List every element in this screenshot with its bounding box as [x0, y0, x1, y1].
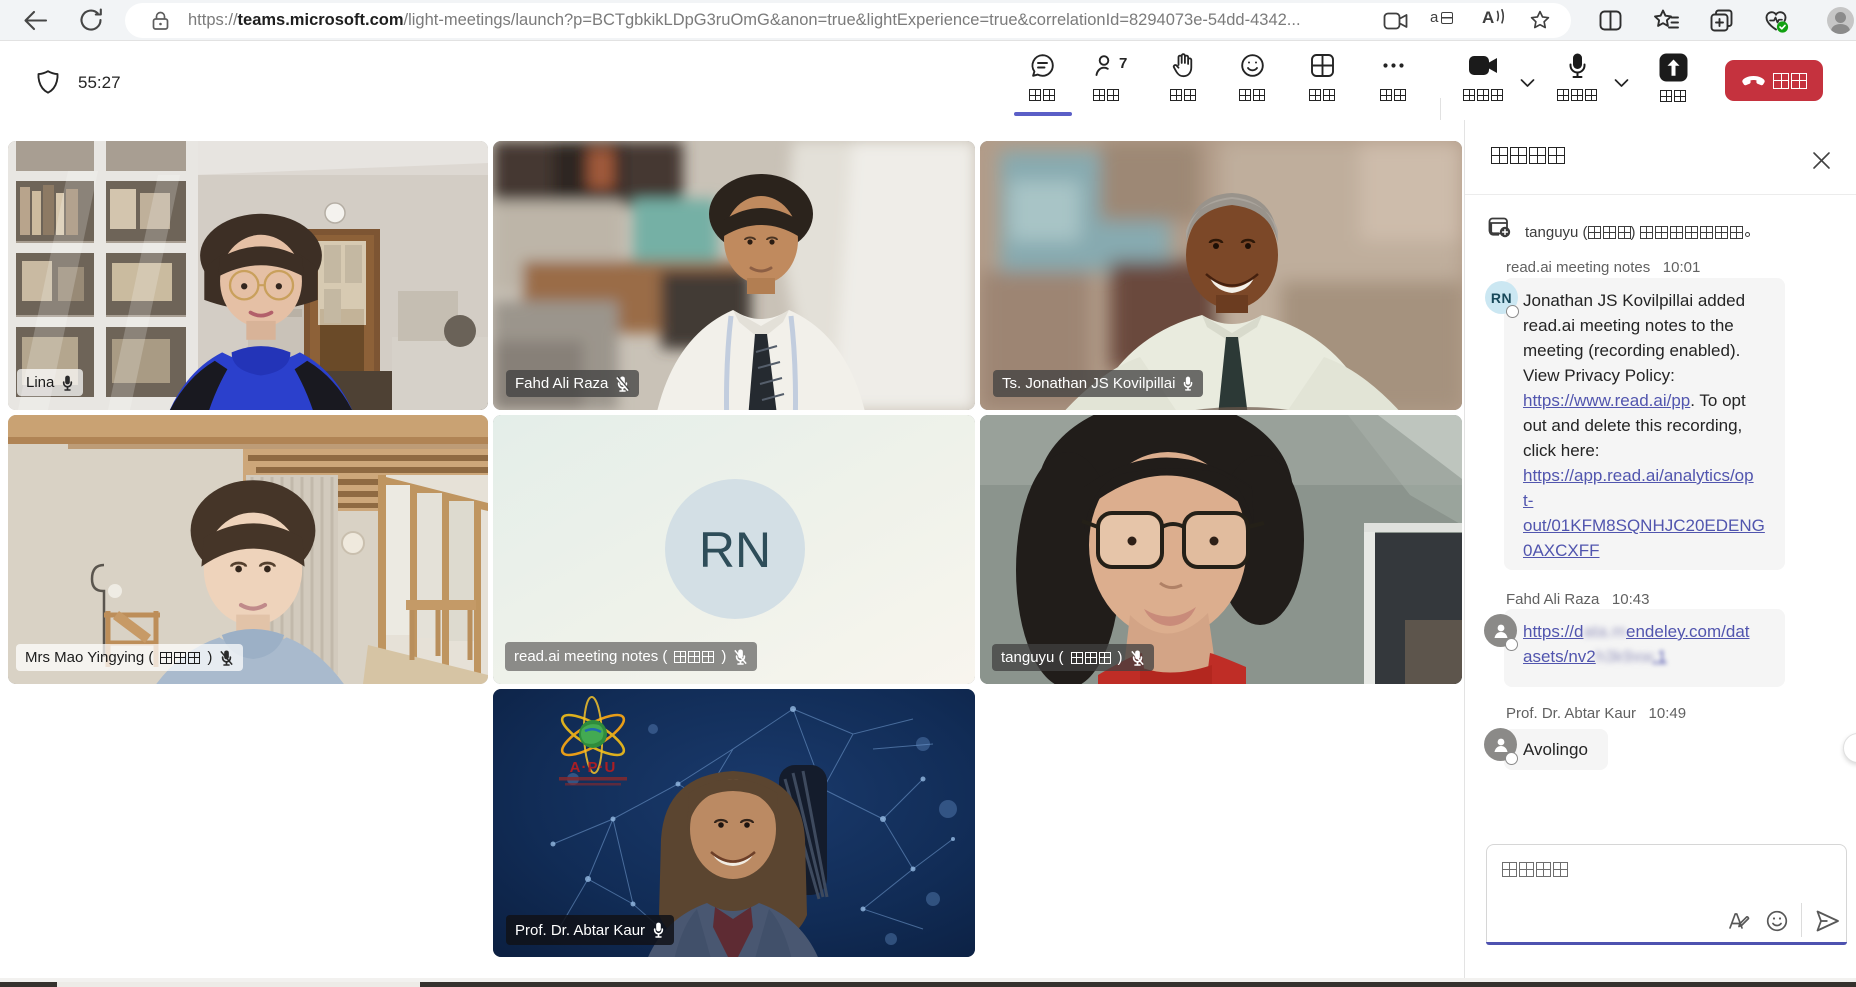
svg-text:A·P·U: A·P·U: [570, 759, 617, 776]
svg-text:RN: RN: [699, 522, 771, 578]
